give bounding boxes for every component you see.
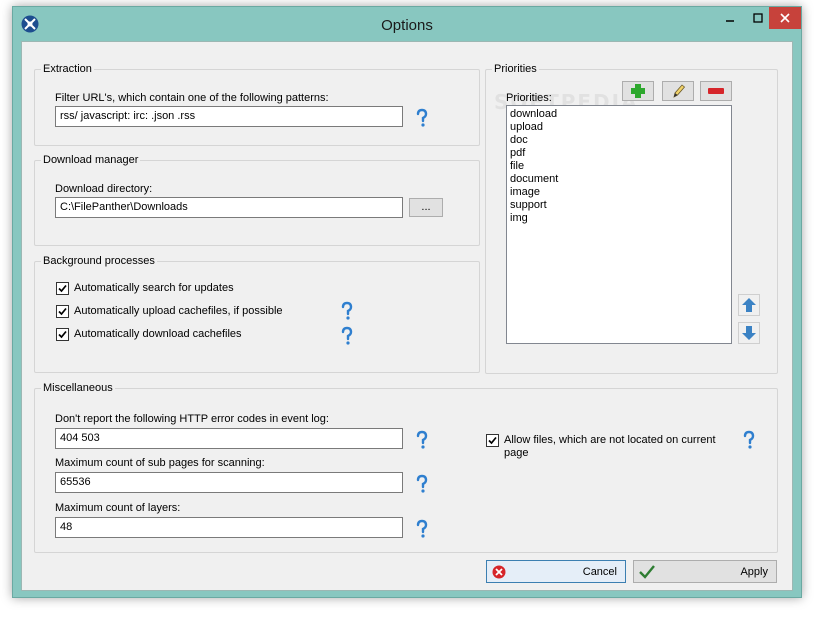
layers-input[interactable]: 48 — [55, 517, 403, 538]
allow-external-files-label-cont: page — [504, 447, 529, 459]
minimize-button[interactable] — [717, 7, 743, 29]
download-dir-label: Download directory: — [55, 183, 153, 195]
subpages-input[interactable]: 65536 — [55, 472, 403, 493]
http-codes-input[interactable]: 404 503 — [55, 428, 403, 449]
list-item[interactable]: document — [510, 173, 728, 186]
check-icon — [58, 330, 67, 339]
list-item[interactable]: image — [510, 186, 728, 199]
browse-button[interactable]: ... — [409, 198, 443, 217]
check-icon — [58, 284, 67, 293]
auto-download-cachefiles-label: Automatically download cachefiles — [74, 328, 242, 340]
filter-label: Filter URL's, which contain one of the f… — [55, 92, 329, 104]
priorities-list-label: Priorities: — [506, 92, 552, 104]
title-bar[interactable]: Options — [13, 7, 801, 41]
move-down-button[interactable] — [738, 322, 760, 344]
help-icon[interactable] — [413, 108, 431, 128]
list-item[interactable]: doc — [510, 134, 728, 147]
help-icon[interactable] — [338, 301, 356, 321]
close-icon — [780, 13, 790, 23]
help-icon[interactable] — [338, 326, 356, 346]
priorities-listbox[interactable]: download upload doc pdf file document im… — [506, 105, 732, 344]
maximize-icon — [753, 13, 763, 23]
list-item[interactable]: download — [510, 108, 728, 121]
download-manager-legend: Download manager — [41, 154, 141, 166]
priorities-legend: Priorities — [492, 63, 539, 75]
help-icon[interactable] — [413, 474, 431, 494]
apply-label: Apply — [740, 566, 768, 578]
miscellaneous-legend: Miscellaneous — [41, 382, 115, 394]
help-icon[interactable] — [413, 519, 431, 539]
layers-label: Maximum count of layers: — [55, 502, 181, 514]
maximize-button[interactable] — [745, 7, 771, 29]
filter-input[interactable]: rss/ javascript: irc: .json .rss — [55, 106, 403, 127]
list-item[interactable]: upload — [510, 121, 728, 134]
auto-search-updates-checkbox[interactable] — [56, 282, 69, 295]
help-icon[interactable] — [740, 430, 758, 450]
arrow-up-icon — [742, 298, 756, 312]
list-item[interactable]: file — [510, 160, 728, 173]
arrow-down-icon — [742, 326, 756, 340]
apply-button[interactable]: Apply — [633, 560, 777, 583]
background-processes-legend: Background processes — [41, 255, 157, 267]
cancel-button[interactable]: Cancel — [486, 560, 626, 583]
list-item[interactable]: support — [510, 199, 728, 212]
subpages-label: Maximum count of sub pages for scanning: — [55, 457, 265, 469]
auto-upload-cachefiles-checkbox[interactable] — [56, 305, 69, 318]
download-dir-input[interactable]: C:\FilePanther\Downloads — [55, 197, 403, 218]
edit-priority-button[interactable] — [662, 81, 694, 101]
check-icon — [58, 307, 67, 316]
close-button[interactable] — [769, 7, 801, 29]
cancel-label: Cancel — [582, 566, 617, 578]
auto-search-updates-label: Automatically search for updates — [74, 282, 234, 294]
check-icon — [488, 436, 497, 445]
options-window: Options SOFTPEDIA Extraction Filter URL'… — [12, 6, 802, 598]
help-icon[interactable] — [413, 430, 431, 450]
move-up-button[interactable] — [738, 294, 760, 316]
list-item[interactable]: pdf — [510, 147, 728, 160]
auto-download-cachefiles-checkbox[interactable] — [56, 328, 69, 341]
dialog-body: SOFTPEDIA Extraction Filter URL's, which… — [21, 41, 793, 591]
plus-icon — [631, 84, 645, 98]
cancel-icon — [492, 565, 506, 579]
minus-icon — [708, 88, 724, 94]
auto-upload-cachefiles-label: Automatically upload cachefiles, if poss… — [74, 305, 283, 317]
window-title: Options — [381, 17, 433, 34]
background-processes-group: Background processes — [34, 255, 480, 373]
remove-priority-button[interactable] — [700, 81, 732, 101]
minimize-icon — [726, 20, 734, 22]
add-priority-button[interactable] — [622, 81, 654, 101]
allow-external-files-label: Allow files, which are not located on cu… — [504, 434, 716, 446]
http-codes-label: Don't report the following HTTP error co… — [55, 413, 329, 425]
extraction-legend: Extraction — [41, 63, 94, 75]
allow-external-files-checkbox[interactable] — [486, 434, 499, 447]
checkmark-icon — [639, 565, 655, 579]
pencil-icon — [673, 84, 686, 98]
list-item[interactable]: img — [510, 212, 728, 225]
